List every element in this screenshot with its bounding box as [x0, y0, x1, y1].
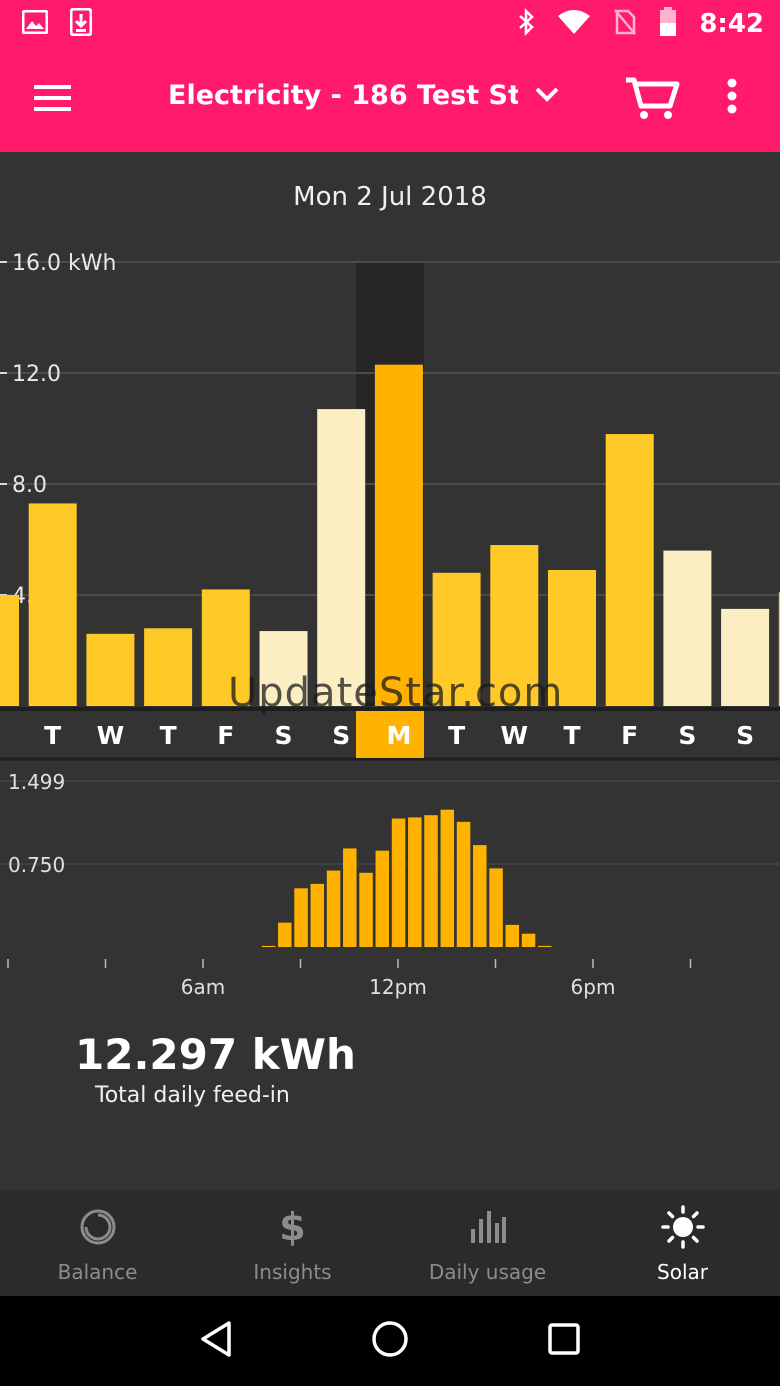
day-bar [721, 608, 770, 706]
day-label: T [448, 721, 465, 750]
hourly-bar [538, 945, 552, 947]
day-label: T [160, 721, 177, 750]
nav-insights[interactable]: $ Insights [195, 1190, 390, 1296]
day-label: T [44, 721, 61, 750]
bluetooth-icon [517, 7, 535, 40]
hourly-bar [521, 933, 536, 947]
menu-icon[interactable] [34, 84, 72, 116]
hourly-bar [343, 848, 357, 947]
nav-solar[interactable]: Solar [585, 1190, 780, 1296]
day-bar [0, 595, 19, 706]
nav-solar-label: Solar [657, 1260, 708, 1284]
nav-daily-usage[interactable]: Daily usage [390, 1190, 585, 1296]
account-title[interactable]: Electricity - 186 Test Stre... [168, 80, 518, 111]
hourly-bar [278, 922, 292, 947]
hourly-bar [261, 945, 276, 947]
system-navigation-bar [0, 1296, 780, 1386]
y-tick-label: 8.0 [12, 473, 47, 498]
hourly-bar [456, 821, 471, 947]
bar-chart-icon [469, 1204, 507, 1250]
watermark: UpdateStar.com [228, 670, 564, 716]
day-label: W [97, 721, 125, 750]
more-options-icon[interactable] [726, 78, 738, 118]
balance-ring-icon [78, 1204, 118, 1250]
nav-balance[interactable]: Balance [0, 1190, 195, 1296]
day-bar [86, 633, 135, 706]
chevron-down-icon[interactable] [535, 86, 559, 106]
day-label: M [386, 721, 411, 750]
selected-date-label: Mon 2 Jul 2018 [293, 182, 487, 212]
hourly-x-tick-label: 6pm [571, 975, 616, 999]
status-bar: 8:42 [0, 0, 780, 48]
hourly-bar [326, 870, 341, 947]
hourly-bar [359, 872, 373, 947]
day-label: T [563, 721, 580, 750]
hourly-bar [424, 815, 438, 947]
day-label: S [736, 721, 754, 750]
nav-insights-label: Insights [253, 1260, 332, 1284]
dollar-icon: $ [279, 1205, 306, 1249]
day-bar [605, 434, 654, 706]
hourly-bar [440, 809, 455, 947]
hourly-bar [310, 883, 325, 947]
day-bar [317, 409, 366, 706]
total-feed-in-value: 12.297 kWh [75, 1030, 356, 1079]
hourly-bar [505, 924, 520, 947]
day-label: S [678, 721, 696, 750]
hourly-bar [294, 888, 308, 947]
image-notification-icon [21, 9, 49, 38]
download-notification-icon [69, 7, 93, 40]
day-label: W [501, 721, 529, 750]
day-bar [374, 364, 423, 706]
home-icon[interactable] [371, 1320, 409, 1362]
day-label: S [274, 721, 292, 750]
no-sim-icon [613, 8, 637, 40]
nav-balance-label: Balance [57, 1260, 138, 1284]
day-bar [144, 628, 193, 706]
total-feed-in-label: Total daily feed-in [95, 1083, 290, 1108]
hourly-y-tick-label: 0.750 [8, 853, 65, 877]
day-bar [663, 550, 712, 706]
hourly-bar [391, 818, 406, 947]
hourly-bar [473, 845, 487, 947]
hourly-bar [408, 817, 422, 947]
hourly-y-tick-label: 1.499 [8, 770, 65, 794]
battery-icon [659, 7, 677, 41]
hourly-bar [375, 850, 390, 947]
hourly-x-tick-label: 6am [181, 975, 225, 999]
back-icon[interactable] [199, 1320, 233, 1362]
nav-daily-usage-label: Daily usage [428, 1260, 547, 1284]
cart-icon[interactable] [624, 76, 680, 126]
app-bar: Electricity - 186 Test Stre... [0, 48, 780, 152]
day-label: S [332, 721, 350, 750]
hourly-x-tick-label: 12pm [369, 975, 427, 999]
y-tick-label: 12.0 [12, 362, 61, 387]
status-time: 8:42 [699, 9, 764, 39]
sun-icon [660, 1204, 705, 1250]
day-label: F [621, 721, 638, 750]
day-bar [28, 503, 77, 706]
bottom-navigation: Balance $ Insights Daily usage Solar [0, 1190, 780, 1296]
recents-icon[interactable] [547, 1322, 581, 1360]
day-label: F [217, 721, 234, 750]
wifi-icon [557, 9, 591, 39]
y-tick-label: 16.0 kWh [12, 251, 116, 276]
hourly-bar [489, 868, 503, 947]
usage-charts[interactable]: 16.0 kWh12.08.04.0TWTFSSMTWTFSS1.4990.75… [0, 230, 780, 1010]
